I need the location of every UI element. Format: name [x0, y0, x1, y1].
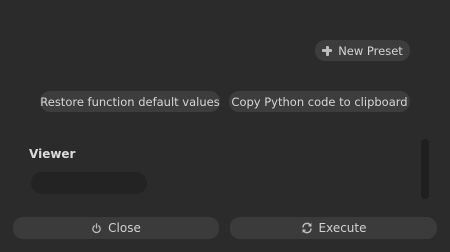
close-label: Close — [108, 221, 141, 235]
plus-icon — [322, 45, 333, 56]
restore-defaults-button[interactable]: Restore function default values — [40, 91, 220, 112]
scrollbar[interactable] — [418, 137, 432, 201]
copy-python-code-label: Copy Python code to clipboard — [231, 94, 408, 109]
viewer-label: Viewer — [29, 147, 76, 161]
new-preset-button[interactable]: New Preset — [315, 40, 410, 61]
viewer-field[interactable] — [31, 172, 147, 194]
new-preset-label: New Preset — [338, 43, 403, 58]
execute-button[interactable]: Execute — [230, 217, 437, 239]
restore-defaults-label: Restore function default values — [40, 94, 220, 109]
close-button[interactable]: Close — [13, 217, 219, 239]
scrollbar-thumb[interactable] — [421, 139, 429, 199]
copy-python-code-button[interactable]: Copy Python code to clipboard — [229, 91, 410, 112]
refresh-icon — [301, 222, 312, 234]
execute-label: Execute — [318, 221, 367, 235]
power-icon — [92, 222, 101, 233]
